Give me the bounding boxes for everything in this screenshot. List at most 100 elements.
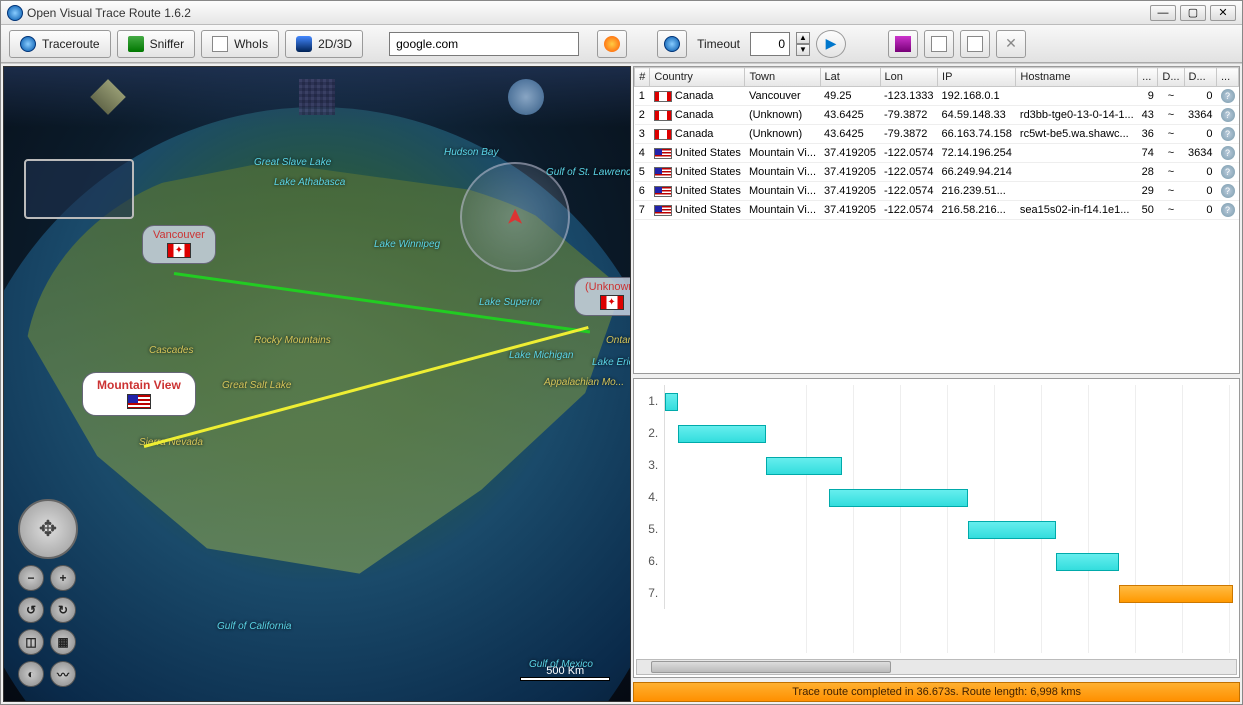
nav-button-b[interactable]: ▦ [50, 629, 76, 655]
timeout-spinner[interactable]: ▲▼ [796, 32, 810, 56]
globe-view-icon[interactable] [508, 79, 544, 115]
col-num[interactable]: # [635, 68, 650, 87]
tool-button-3[interactable] [960, 30, 990, 58]
chart-row: 7. [640, 577, 1233, 609]
col-hostname[interactable]: Hostname [1016, 68, 1138, 87]
col-d2[interactable]: D... [1184, 68, 1216, 87]
compass[interactable] [460, 162, 570, 272]
table-row[interactable]: 3Canada(Unknown)43.6425-79.387266.163.74… [635, 125, 1239, 144]
scale-bar: 500 Km [520, 665, 610, 681]
view-2d3d-button[interactable]: 2D/3D [285, 30, 363, 58]
help-icon[interactable]: ? [1221, 165, 1235, 179]
us-flag-icon [654, 148, 672, 159]
us-flag-icon [654, 205, 672, 216]
map-top-icons [4, 67, 630, 127]
chart-bar [1119, 585, 1233, 603]
zoom-in-button[interactable]: + [50, 565, 76, 591]
maximize-button[interactable]: ▢ [1180, 5, 1206, 21]
whois-button[interactable]: WhoIs [201, 30, 279, 58]
canada-flag-icon [654, 110, 672, 121]
app-icon [7, 5, 23, 21]
help-icon[interactable]: ? [1221, 89, 1235, 103]
chart-row-label: 6. [640, 554, 664, 568]
chart-hscrollbar[interactable] [636, 659, 1237, 675]
nav-button-c[interactable]: ◐ [18, 661, 44, 687]
host-input[interactable] [389, 32, 579, 56]
tool-button-2[interactable] [924, 30, 954, 58]
table-row[interactable]: 5United StatesMountain Vi...37.419205-12… [635, 163, 1239, 182]
scrollbar-thumb[interactable] [651, 661, 890, 673]
chart-bar [678, 425, 766, 443]
titlebar: Open Visual Trace Route 1.6.2 — ▢ ✕ [1, 1, 1242, 25]
rotate-cw-button[interactable]: ↻ [50, 597, 76, 623]
col-lon[interactable]: Lon [880, 68, 938, 87]
water-label: Lake Athabasca [274, 177, 345, 188]
spinner-up-icon[interactable]: ▲ [796, 32, 810, 44]
col-d1[interactable]: D... [1158, 68, 1184, 87]
settings-button[interactable]: ✕ [996, 30, 1026, 58]
hop-text: Mountain View [97, 378, 181, 392]
chart-row: 4. [640, 481, 1233, 513]
chart-row-label: 5. [640, 522, 664, 536]
traceroute-button[interactable]: Traceroute [9, 30, 111, 58]
flag-icon [895, 36, 911, 52]
fire-button[interactable] [597, 30, 627, 58]
whois-label: WhoIs [234, 37, 268, 51]
chart-bar [968, 521, 1056, 539]
rotate-ccw-button[interactable]: ↺ [18, 597, 44, 623]
us-flag-icon [654, 167, 672, 178]
help-icon[interactable]: ? [1221, 127, 1235, 141]
minimize-button[interactable]: — [1150, 5, 1176, 21]
document-icon [212, 36, 228, 52]
export-icon [931, 36, 947, 52]
table-row[interactable]: 2Canada(Unknown)43.6425-79.387264.59.148… [635, 106, 1239, 125]
help-icon[interactable]: ? [1221, 146, 1235, 160]
close-button[interactable]: ✕ [1210, 5, 1236, 21]
col-dots[interactable]: ... [1138, 68, 1158, 87]
tool-button-1[interactable] [888, 30, 918, 58]
zoom-out-button[interactable]: − [18, 565, 44, 591]
col-ip[interactable]: IP [938, 68, 1016, 87]
table-row[interactable]: 6United StatesMountain Vi...37.419205-12… [635, 182, 1239, 201]
col-town[interactable]: Town [745, 68, 820, 87]
nav-button-a[interactable]: ◫ [18, 629, 44, 655]
table-row[interactable]: 4United StatesMountain Vi...37.419205-12… [635, 144, 1239, 163]
water-label: Gulf of California [217, 621, 291, 632]
minimap[interactable] [24, 159, 134, 219]
timeout-input[interactable] [750, 32, 790, 56]
timeout-label: Timeout [697, 37, 740, 51]
geo-label: Ontario [606, 335, 631, 346]
globe-icon [20, 36, 36, 52]
spinner-down-icon[interactable]: ▼ [796, 44, 810, 56]
play-button[interactable]: ▶ [816, 30, 846, 58]
map-pane[interactable]: Hudson Bay Lake Winnipeg Lake Superior L… [3, 66, 631, 702]
chart-bar [829, 489, 968, 507]
view2d3d-label: 2D/3D [318, 37, 352, 51]
hops-table: # Country Town Lat Lon IP Hostname ... D… [633, 66, 1240, 374]
col-lat[interactable]: Lat [820, 68, 880, 87]
water-label: Lake Superior [479, 297, 541, 308]
world-button[interactable] [657, 30, 687, 58]
nav-pan-pad[interactable] [18, 499, 78, 559]
col-q[interactable]: ... [1217, 68, 1239, 87]
help-icon[interactable]: ? [1221, 184, 1235, 198]
grid-icon[interactable] [299, 79, 335, 115]
chart-row-label: 2. [640, 426, 664, 440]
water-label: Lake Michigan [509, 350, 573, 361]
hop-label-vancouver: Vancouver [142, 225, 216, 264]
sniffer-button[interactable]: Sniffer [117, 30, 195, 58]
help-icon[interactable]: ? [1221, 203, 1235, 217]
hop-label-unknown: (Unknown) [574, 277, 631, 316]
geo-label: Appalachian Mo... [544, 377, 624, 388]
chart-row: 6. [640, 545, 1233, 577]
col-country[interactable]: Country [650, 68, 745, 87]
canada-flag-icon [167, 243, 191, 258]
nav-button-d[interactable]: 〰 [50, 661, 76, 687]
help-icon[interactable]: ? [1221, 108, 1235, 122]
geo-label: Great Salt Lake [222, 380, 291, 391]
status-text: Trace route completed in 36.673s. Route … [792, 686, 1081, 698]
us-flag-icon [654, 186, 672, 197]
layers-icon[interactable] [91, 79, 127, 115]
table-row[interactable]: 7United StatesMountain Vi...37.419205-12… [635, 201, 1239, 220]
table-row[interactable]: 1CanadaVancouver49.25-123.1333192.168.0.… [635, 87, 1239, 106]
